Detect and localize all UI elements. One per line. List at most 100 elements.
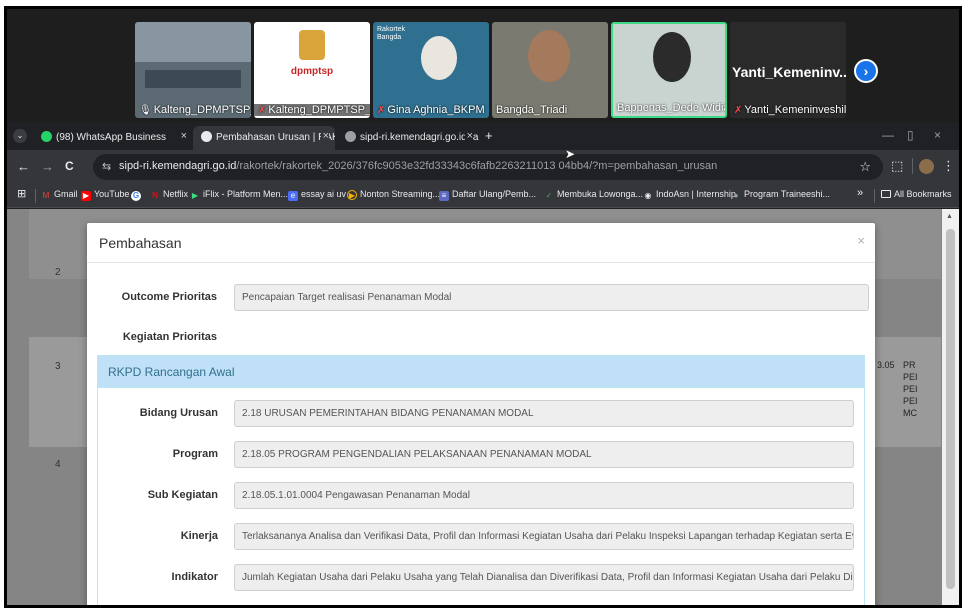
indikator-field[interactable]: Jumlah Kegiatan Usaha dari Pelaku Usaha … (234, 564, 854, 591)
sub-kegiatan-label: Sub Kegiatan (147, 489, 218, 501)
participant-big-name: Yanti_Kemeninv... (732, 64, 846, 80)
netflix-icon: N (152, 191, 158, 200)
kinerja-label: Kinerja (180, 530, 218, 542)
bookmark-youtube[interactable]: ▶ YouTube (81, 189, 129, 201)
reload-button[interactable]: C (65, 159, 74, 173)
kegiatan-label: Kegiatan Prioritas (122, 331, 217, 343)
participant-name: ✗ Gina Aghnia_BKPM (377, 104, 485, 116)
bookmark-traineeship[interactable]: ● Program Traineeshi... (731, 189, 830, 201)
chevron-right-icon: › (863, 63, 869, 79)
youtube-icon: ▶ (81, 191, 91, 201)
bookmark-iflix[interactable]: ▶ iFlix - Platform Men... (190, 189, 288, 201)
dpmptsp-logo: dpmptsp (290, 66, 334, 77)
url-text[interactable]: sipd-ri.kemendagri.go.id/rakortek/rakort… (119, 160, 717, 172)
emblem-icon (299, 30, 325, 60)
program-field[interactable]: 2.18.05 PROGRAM PENGENDALIAN PELAKSANAAN… (234, 441, 854, 468)
form-icon: ≡ (439, 191, 449, 201)
room-wall (135, 22, 251, 62)
program-label: Program (172, 448, 218, 460)
video-strip: 🎙Kalteng_DPMPTSP_Su... dpmptsp ✗Kalteng_… (7, 9, 959, 122)
bookmark-essay[interactable]: e essay ai uv (288, 189, 346, 201)
tab-sipd[interactable]: sipd-ri.kemendagri.go.id/rakort × (337, 126, 479, 150)
new-tab-button[interactable]: + (485, 128, 493, 143)
bookmark-lowongan[interactable]: ✓ Membuka Lowonga... (544, 189, 643, 201)
bookmark-star-icon[interactable]: ☆ (859, 159, 871, 175)
kinerja-field[interactable]: Terlaksananya Analisa dan Verifikasi Dat… (234, 523, 854, 550)
close-button[interactable]: × (857, 233, 865, 248)
tab-whatsapp[interactable]: (98) WhatsApp Business × (33, 126, 193, 150)
rkpd-section: RKPD Rancangan Awal Bidang Urusan 2.18 U… (97, 355, 865, 605)
site-favicon (201, 131, 212, 142)
minimize-icon[interactable]: — (882, 128, 894, 142)
bookmark-divider (874, 189, 875, 203)
gmail-icon: M (42, 191, 50, 200)
participant-tile-1[interactable]: 🎙Kalteng_DPMPTSP_Su... (135, 22, 251, 118)
outcome-label: Outcome Prioritas (121, 291, 217, 303)
page-scrollbar[interactable]: ▲ (942, 209, 959, 605)
modal-header: Pembahasan × (87, 223, 875, 263)
participant-name: ✗Yanti_Kemeninveshil/B... (734, 104, 846, 116)
profile-avatar[interactable] (919, 159, 934, 174)
section-header: RKPD Rancangan Awal (98, 356, 864, 388)
tab-pembahasan[interactable]: Pembahasan Urusan | RAKORTE × (193, 126, 335, 150)
scrollbar-thumb[interactable] (946, 229, 955, 589)
all-bookmarks-button[interactable]: All Bookmarks (881, 189, 952, 199)
modal-title: Pembahasan (99, 235, 182, 251)
bookmark-gmail[interactable]: M Gmail (41, 189, 78, 201)
bookmark-nonton[interactable]: ▶ Nonton Streaming... (347, 189, 440, 200)
mic-on-icon: 🎙 (139, 105, 152, 116)
side-code: 3.05 (877, 360, 895, 370)
mouse-cursor-icon: ➤ (565, 147, 576, 161)
bidang-urusan-field[interactable]: 2.18 URUSAN PEMERINTAHAN BIDANG PENANAMA… (234, 400, 854, 427)
address-bar[interactable]: ⇆ sipd-ri.kemendagri.go.id/rakortek/rako… (93, 154, 883, 180)
row-number: 3 (55, 361, 61, 372)
bookmark-netflix[interactable]: N Netflix (150, 189, 188, 201)
next-participants-button[interactable]: › (854, 59, 878, 83)
participant-tile-5[interactable]: Bappenas_Dede Widia (611, 22, 727, 118)
bookmarks-bar: ⊞ M Gmail ▶ YouTube G N Netflix ▶ iFlix - Pl… (7, 184, 959, 208)
section-title: RKPD Rancangan Awal (108, 365, 235, 379)
participant-video (653, 32, 691, 82)
forward-button[interactable]: → (41, 159, 54, 174)
google-icon: G (131, 191, 141, 201)
bookmark-daftar-ulang[interactable]: ≡ Daftar Ulang/Pemb... (439, 189, 536, 201)
row-number: 2 (55, 267, 61, 278)
bookmark-google[interactable]: G (131, 189, 144, 201)
globe-icon: ◉ (644, 191, 652, 200)
outcome-field[interactable]: Pencapaian Target realisasi Penanaman Mo… (234, 284, 869, 311)
check-icon: ✓ (545, 191, 553, 200)
folder-icon (881, 190, 891, 198)
bidang-urusan-label: Bidang Urusan (139, 407, 218, 419)
traineeship-icon: ● (733, 191, 739, 200)
sub-kegiatan-field[interactable]: 2.18.05.1.01.0004 Pengawasan Penanaman M… (234, 482, 854, 509)
browser-tab-bar: ⌄ (98) WhatsApp Business × Pembahasan Ur… (7, 122, 959, 150)
window-close-icon[interactable]: × (934, 128, 941, 142)
tab-search-button[interactable]: ⌄ (13, 129, 27, 143)
participant-tile-6[interactable]: Yanti_Kemeninv... ✗Yanti_Kemeninveshil/B… (730, 22, 846, 118)
extensions-icon[interactable]: ⬚ (891, 158, 903, 174)
row-number: 4 (55, 459, 61, 470)
participant-tile-3[interactable]: Rakortek Bangda ✗ Gina Aghnia_BKPM (373, 22, 489, 118)
bookmark-indoasn[interactable]: ◉ IndoAsn | Internship (643, 189, 736, 201)
scroll-up-icon[interactable]: ▲ (946, 213, 953, 220)
close-tab-icon[interactable]: × (464, 130, 473, 142)
bookmark-divider (35, 189, 36, 203)
restore-icon[interactable]: ▯ (907, 128, 914, 142)
globe-icon (345, 131, 356, 142)
close-tab-icon[interactable]: × (320, 130, 329, 142)
participant-tile-2[interactable]: dpmptsp ✗Kalteng_DPMPTSP_Su... (254, 22, 370, 118)
menu-kebab-icon[interactable]: ⋮ (942, 158, 955, 174)
participant-name: ✗Kalteng_DPMPTSP_Su... (254, 104, 370, 116)
close-tab-icon[interactable]: × (181, 130, 187, 142)
back-button[interactable]: ← (17, 159, 30, 174)
bookmarks-overflow-button[interactable]: » (857, 187, 863, 199)
site-info-icon[interactable]: ⇆ (102, 160, 111, 173)
participant-name: 🎙Kalteng_DPMPTSP_Su... (139, 104, 251, 116)
mic-off-icon: ✗ (258, 105, 267, 116)
page-content: 2 3 4 3.05 PR PEI PEI PEI MC Pembahasan … (7, 209, 959, 605)
pembahasan-modal: Pembahasan × Outcome Prioritas Pencapaia… (87, 223, 875, 605)
essay-icon: e (288, 191, 298, 201)
apps-grid-icon[interactable]: ⊞ (17, 187, 26, 200)
participant-tile-4[interactable]: Bangda_Triadi (492, 22, 608, 118)
mic-off-icon: ✗ (377, 105, 386, 116)
